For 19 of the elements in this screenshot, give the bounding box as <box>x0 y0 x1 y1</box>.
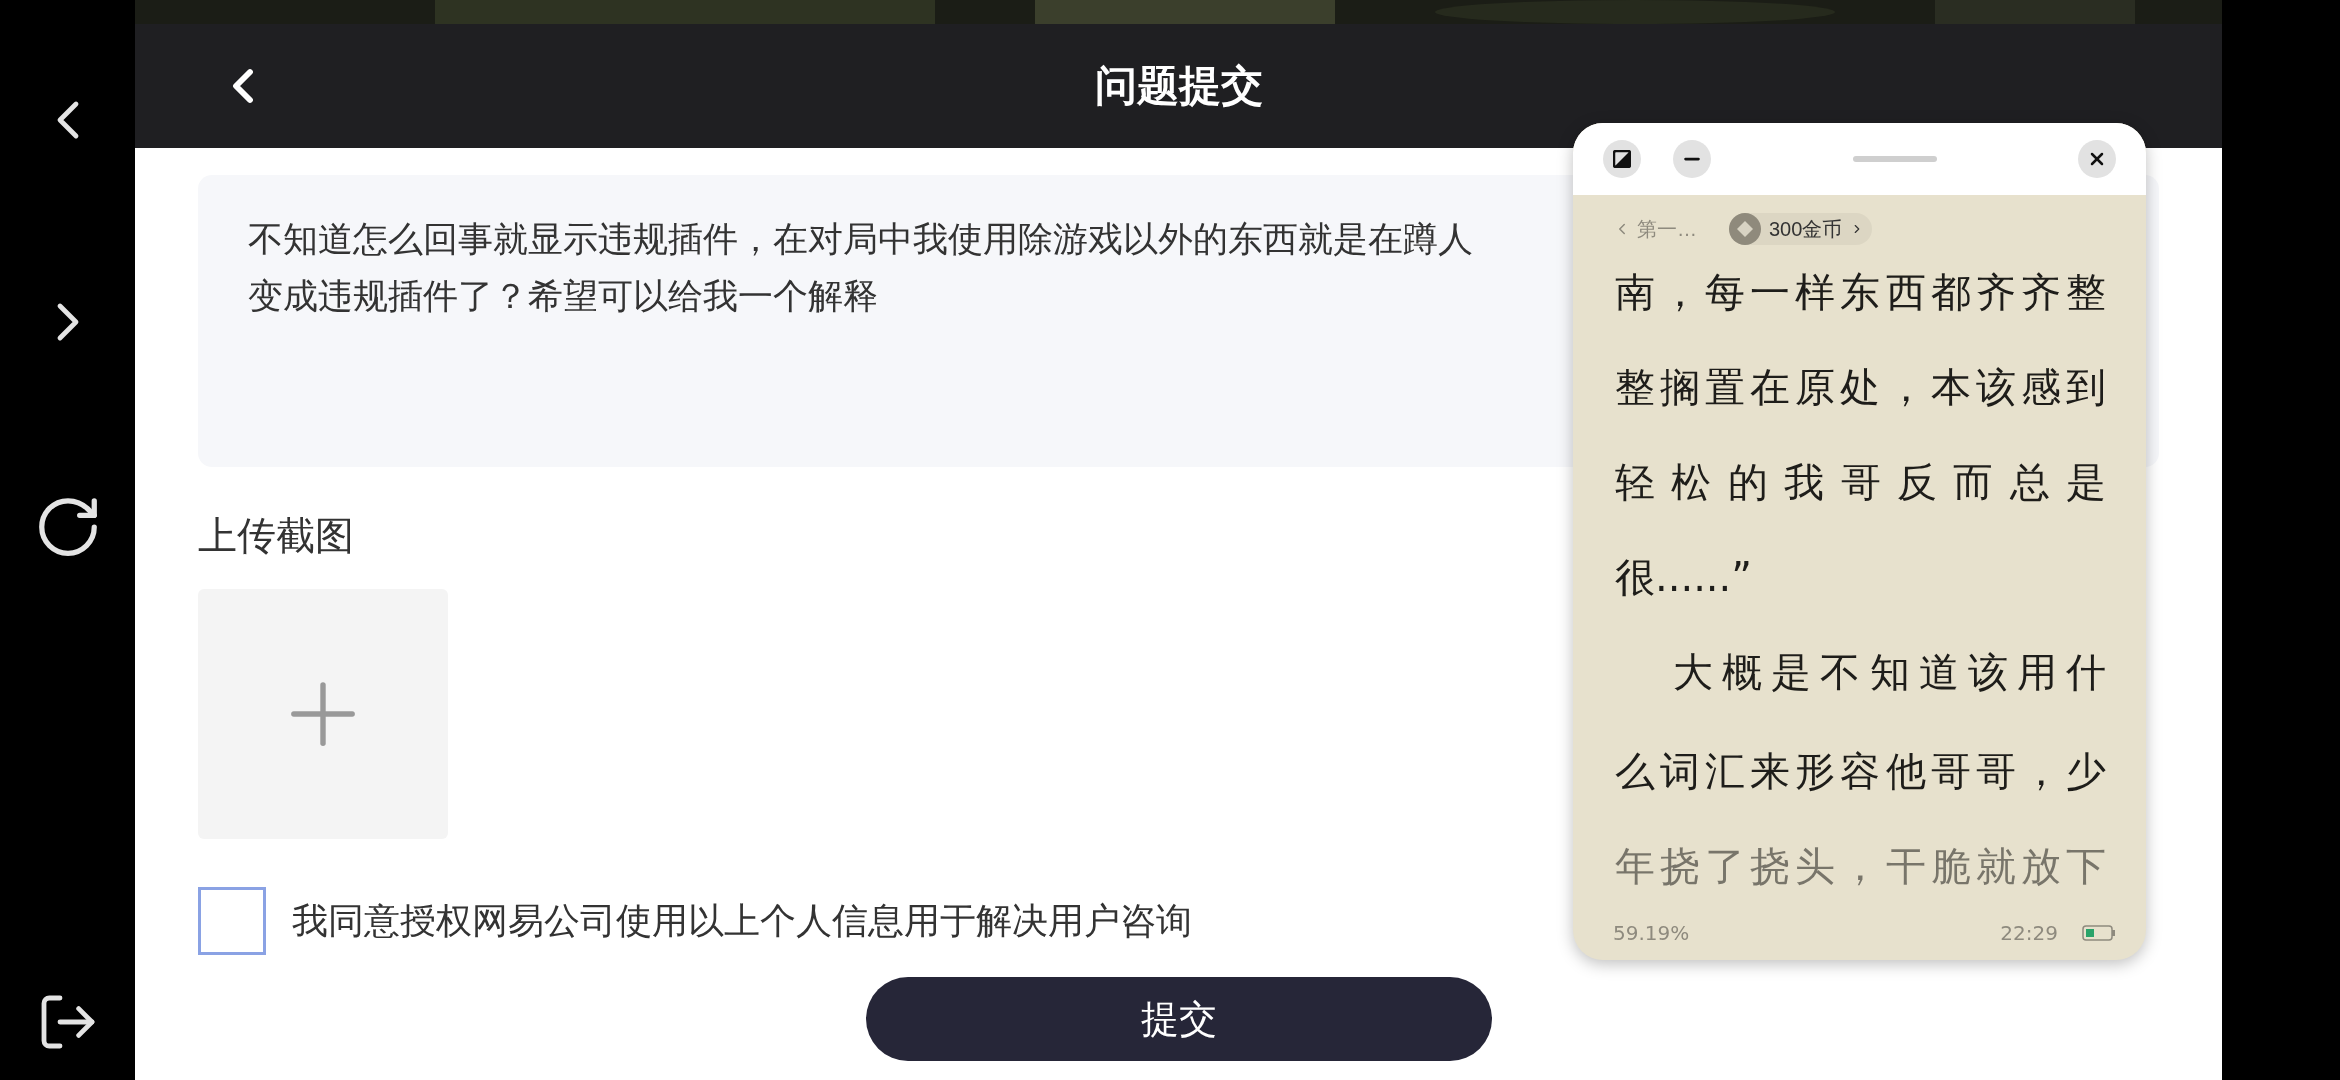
reader-text-line: 南，每一样东西都齐齐整 <box>1615 268 2106 317</box>
consent-checkbox[interactable] <box>198 887 266 955</box>
clock-time: 22:29 <box>2000 921 2058 945</box>
coins-badge[interactable]: 300金币 <box>1729 213 1873 245</box>
close-icon[interactable] <box>2078 140 2116 178</box>
battery-icon <box>2082 925 2116 941</box>
resize-icon[interactable] <box>1603 140 1641 178</box>
coin-icon <box>1729 213 1761 245</box>
minimize-icon[interactable] <box>1673 140 1711 178</box>
reader-text-line: 整搁置在原处，本该感到 <box>1615 363 2106 412</box>
upload-label: 上传截图 <box>198 512 355 560</box>
reader-text-line: 么词汇来形容他哥哥，少 <box>1615 747 2106 796</box>
reader-text-line: 很......” <box>1615 553 1753 602</box>
reader-text-line: 年挠了挠头，干脆就放下 <box>1615 842 2106 891</box>
submit-button[interactable]: 提交 <box>865 977 1492 1061</box>
reader-text-line: 大概是不知道该用什 <box>1672 648 2106 697</box>
consent-label: 我同意授权网易公司使用以上个人信息用于解决用户咨询 <box>292 898 1192 943</box>
drag-handle[interactable] <box>1852 156 1937 162</box>
page-title: 问题提交 <box>1094 60 1263 112</box>
